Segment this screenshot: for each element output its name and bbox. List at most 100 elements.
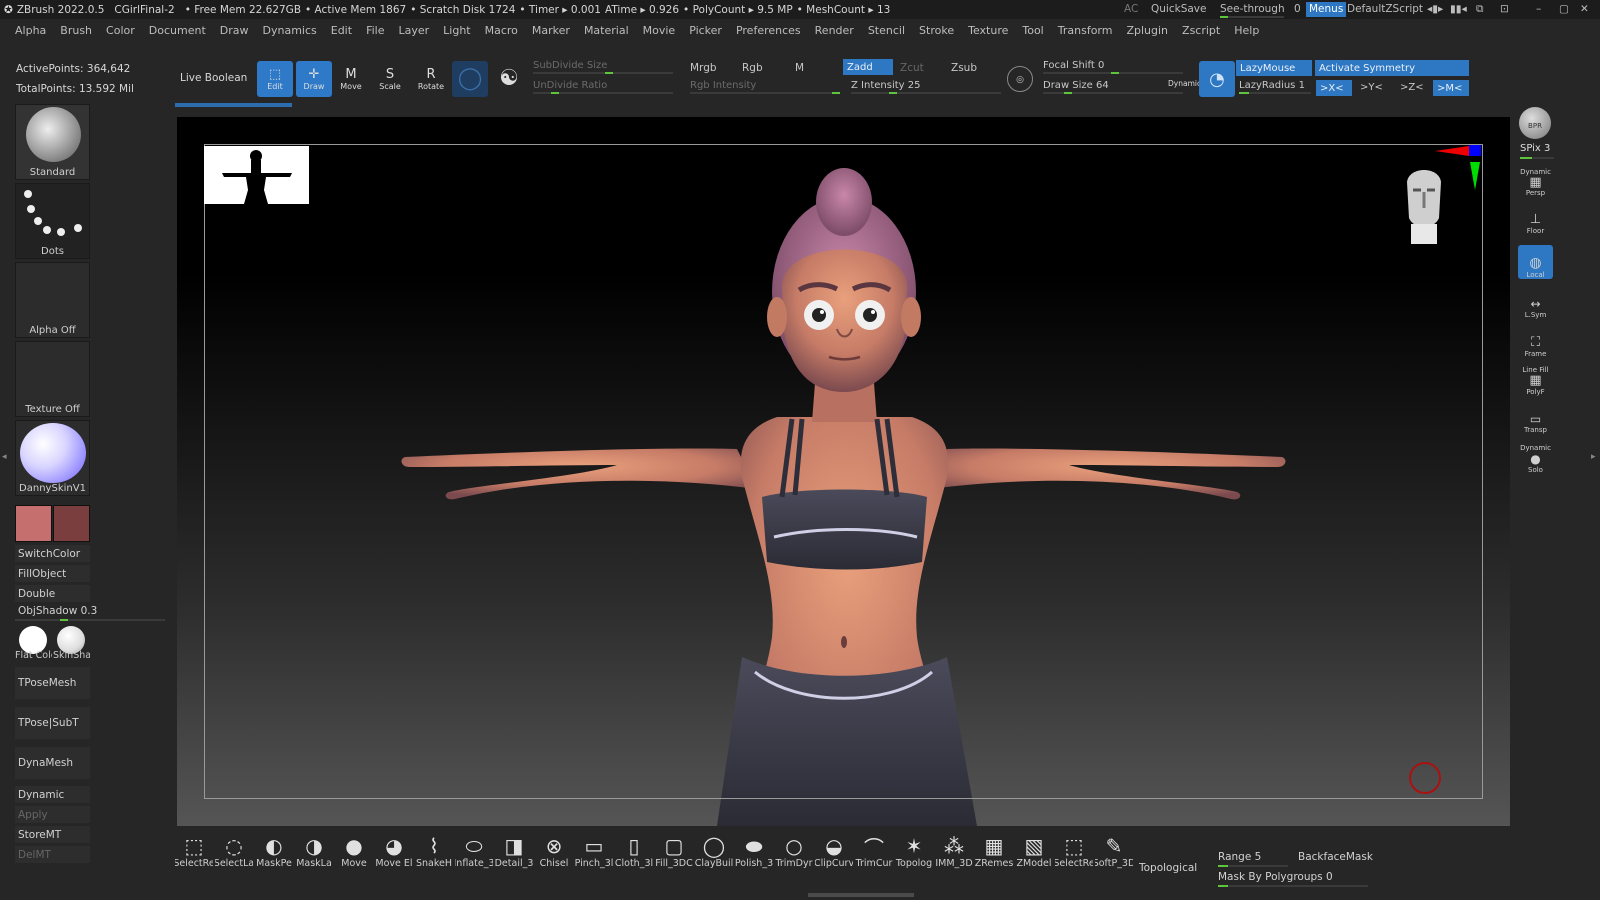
shelf-brush-chisel[interactable]: ⊗ Chisel — [535, 832, 573, 872]
shelf-brush-zmodel[interactable]: ▧ ZModel — [1015, 832, 1053, 872]
minimize-icon[interactable]: – — [1536, 3, 1541, 15]
menu-render[interactable]: Render — [808, 24, 861, 37]
material-preview-button[interactable]: ◯ — [452, 61, 488, 97]
stroke-selector[interactable]: Dots — [15, 183, 90, 259]
draw-button[interactable]: ✛ Draw — [296, 61, 332, 97]
store-mt-button[interactable]: StoreMT — [15, 826, 90, 843]
shelf-brush-clipcurv[interactable]: ◒ ClipCurv — [815, 832, 853, 872]
undivide-ratio-slider[interactable]: UnDivide Ratio — [533, 80, 673, 94]
shelf-brush-selectla[interactable]: ◌ SelectLa — [215, 832, 253, 872]
lazyradius-slider[interactable]: LazyRadius 1 — [1239, 80, 1311, 94]
material-selector[interactable]: DannySkinV1 — [15, 420, 90, 496]
texture-selector[interactable]: Texture Off — [15, 341, 90, 417]
menu-stroke[interactable]: Stroke — [912, 24, 961, 37]
flat-color-button[interactable]: Flat Colc — [15, 624, 52, 661]
shelf-brush-imm-3d[interactable]: ⁂ IMM_3D — [935, 832, 973, 872]
range-slider[interactable]: Range 5 — [1218, 851, 1288, 867]
draw-size-slider[interactable]: Draw Size 64 — [1043, 80, 1183, 94]
menu-alpha[interactable]: Alpha — [8, 24, 53, 37]
menu-macro[interactable]: Macro — [478, 24, 525, 37]
menu-transform[interactable]: Transform — [1051, 24, 1120, 37]
shelf-brush-move-el[interactable]: ◕ Move El — [375, 832, 413, 872]
menu-dynamics[interactable]: Dynamics — [256, 24, 324, 37]
dynamic-button[interactable]: Dynamic — [15, 786, 90, 803]
left-tray-collapse-icon[interactable]: ◂ — [2, 452, 7, 462]
spix-slider[interactable]: SPix 3 — [1520, 143, 1554, 159]
activate-symmetry-button[interactable]: Activate Symmetry — [1315, 60, 1469, 76]
m-button[interactable]: M — [795, 62, 804, 74]
shelf-brush-pinch-3l[interactable]: ▭ Pinch_3l — [575, 832, 613, 872]
shelf-brush-move[interactable]: ● Move — [335, 832, 373, 872]
shelf-brush-selectre[interactable]: ⬚ SelectRe — [1055, 832, 1093, 872]
shelf-brush-maskla[interactable]: ◑ MaskLa — [295, 832, 333, 872]
rgb-intensity-slider[interactable]: Rgb Intensity — [690, 80, 840, 94]
move-button[interactable]: M Move — [333, 61, 369, 97]
see-through-slider[interactable]: See-through 0 — [1220, 3, 1301, 18]
zadd-button[interactable]: Zadd — [843, 59, 893, 75]
tpose-mesh-button[interactable]: TPoseMesh — [15, 667, 90, 699]
menu-material[interactable]: Material — [577, 24, 636, 37]
menu-marker[interactable]: Marker — [525, 24, 577, 37]
menu-draw[interactable]: Draw — [213, 24, 256, 37]
transp-button[interactable]: ▭ Transp — [1518, 400, 1553, 434]
mrgb-button[interactable]: Mrgb — [690, 62, 717, 74]
shelf-brush-polish-3[interactable]: ⬬ Polish_3 — [735, 832, 773, 872]
solo-button[interactable]: Dynamic ● Solo — [1518, 440, 1553, 474]
shelf-brush-fill-3dc[interactable]: ▢ Fill_3DC — [655, 832, 693, 872]
focal-shift-slider[interactable]: Focal Shift 0 — [1043, 60, 1183, 74]
local-button[interactable]: ◍ Local — [1518, 245, 1553, 279]
yin-yang-button[interactable]: ☯ — [491, 61, 527, 97]
lsym-button[interactable]: ↔ L.Sym — [1518, 285, 1553, 319]
zcut-button[interactable]: Zcut — [900, 62, 924, 74]
alpha-selector[interactable]: Alpha Off — [15, 262, 90, 338]
menu-edit[interactable]: Edit — [324, 24, 359, 37]
zsub-button[interactable]: Zsub — [951, 62, 977, 74]
menu-texture[interactable]: Texture — [961, 24, 1015, 37]
z-intensity-slider[interactable]: Z Intensity 25 — [851, 80, 1001, 94]
menu-layer[interactable]: Layer — [391, 24, 436, 37]
floor-button[interactable]: ⊥ Floor — [1518, 201, 1553, 236]
shelf-brush-trimdyr[interactable]: ○ TrimDyr — [775, 832, 813, 872]
maximize-icon[interactable]: ▢ — [1559, 3, 1569, 15]
menu-picker[interactable]: Picker — [682, 24, 729, 37]
scale-button[interactable]: S Scale — [372, 61, 408, 97]
menu-movie[interactable]: Movie — [636, 24, 683, 37]
navigation-thumbnail[interactable] — [204, 146, 309, 204]
shelf-brush-detail-3[interactable]: ◨ Detail_3 — [495, 832, 533, 872]
symmetry-x-button[interactable]: >X< — [1316, 80, 1352, 96]
lazymouse-d-button[interactable]: ◔ — [1199, 61, 1235, 97]
shelf-brush-inflate-3[interactable]: ⬭ Inflate_3 — [455, 832, 493, 872]
rgb-button[interactable]: Rgb — [742, 62, 763, 74]
ac-label[interactable]: AC — [1124, 3, 1138, 15]
shelf-brush-cloth-3l[interactable]: ▯ Cloth_3l — [615, 832, 653, 872]
menu-help[interactable]: Help — [1227, 24, 1266, 37]
menu-brush[interactable]: Brush — [53, 24, 99, 37]
menu-color[interactable]: Color — [99, 24, 142, 37]
main-color-swatch[interactable] — [15, 505, 52, 542]
tpose-subt-button[interactable]: TPose|SubT — [15, 707, 90, 739]
fill-object-button[interactable]: FillObject — [15, 565, 90, 582]
shelf-brush-softp-3d[interactable]: ✎ SoftP_3D — [1095, 832, 1133, 872]
dynamesh-button[interactable]: DynaMesh — [15, 747, 90, 779]
secondary-color-swatch[interactable] — [53, 505, 90, 542]
live-boolean-button[interactable]: Live Boolean — [180, 72, 247, 84]
double-button[interactable]: Double — [15, 585, 90, 602]
shelf-brush-snakeh[interactable]: ⌇ SnakeH — [415, 832, 453, 872]
layout-switch-icon[interactable]: ⊡ — [1500, 3, 1509, 15]
default-zscript-button[interactable]: DefaultZScript — [1347, 3, 1423, 15]
menu-file[interactable]: File — [359, 24, 391, 37]
right-tray-collapse-icon[interactable]: ▸ — [1591, 452, 1596, 462]
subdivide-size-slider[interactable]: SubDivide Size — [533, 60, 673, 74]
bpr-button[interactable]: BPR — [1519, 107, 1551, 139]
quicksave-button[interactable]: QuickSave — [1151, 3, 1206, 15]
shelf-brush-zremes[interactable]: ▦ ZRemes — [975, 832, 1013, 872]
menu-zplugin[interactable]: Zplugin — [1119, 24, 1175, 37]
polyf-button[interactable]: Line Fill ▦ PolyF — [1518, 360, 1553, 396]
symmetry-s-button[interactable]: ◎ — [1007, 66, 1033, 92]
interface-transparency-icon[interactable]: ◂▮▸ — [1427, 3, 1443, 15]
symmetry-y-button[interactable]: >Y< — [1360, 82, 1383, 93]
menu-tool[interactable]: Tool — [1015, 24, 1050, 37]
shelf-brush-trimcur[interactable]: ⌒ TrimCur — [855, 832, 893, 872]
shelf-brush-maskpe[interactable]: ◐ MaskPe — [255, 832, 293, 872]
shelf-brush-claybuil[interactable]: ◯ ClayBuil — [695, 832, 733, 872]
